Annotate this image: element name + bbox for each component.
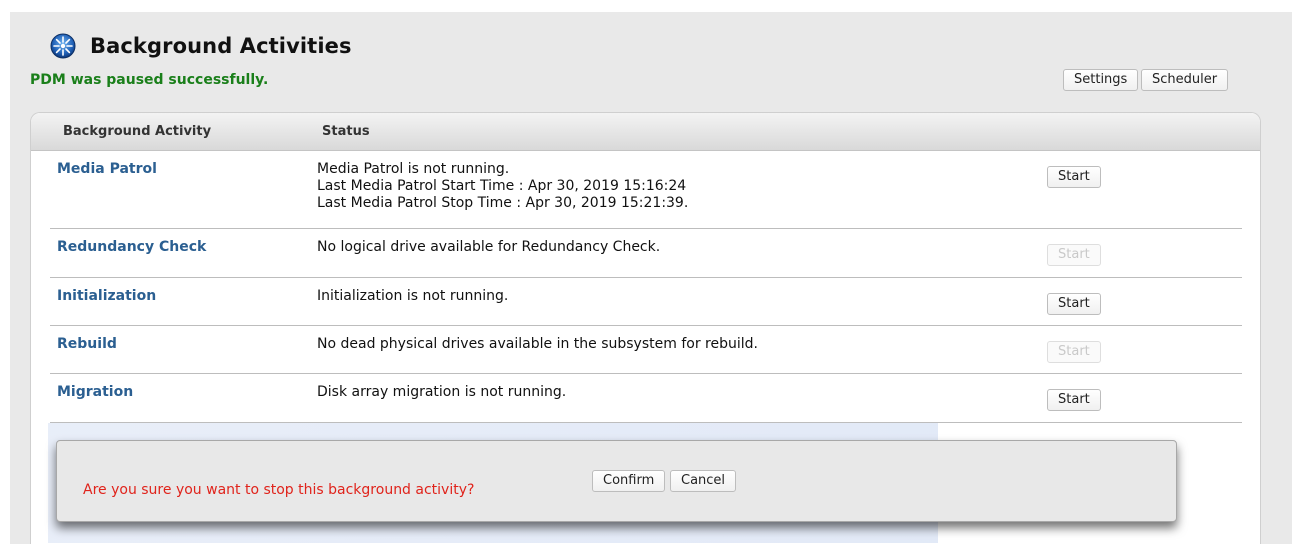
activity-link-migration[interactable]: Migration: [57, 384, 133, 400]
row-status: Media Patrol is not running. Last Media …: [317, 161, 688, 212]
status-message: PDM was paused successfully.: [30, 72, 269, 88]
row-status: Disk array migration is not running.: [317, 384, 566, 401]
activity-link-rebuild[interactable]: Rebuild: [57, 336, 117, 352]
start-button-redundancy-check: Start: [1047, 244, 1101, 266]
column-header-activity: Background Activity: [63, 124, 212, 139]
page-title: Background Activities: [90, 34, 352, 58]
scheduler-button[interactable]: Scheduler: [1141, 69, 1229, 91]
activity-link-initialization[interactable]: Initialization: [57, 288, 156, 304]
page-container: Background Activities PDM was paused suc…: [10, 12, 1292, 544]
title-row: Background Activities: [50, 32, 352, 60]
confirm-dialog: Are you sure you want to stop this backg…: [56, 440, 1177, 522]
confirm-button[interactable]: Confirm: [592, 470, 666, 492]
row-status: Initialization is not running.: [317, 288, 508, 305]
table-row-rebuild: Rebuild No dead physical drives availabl…: [50, 326, 1242, 374]
status-line: Disk array migration is not running.: [317, 384, 567, 400]
settings-button[interactable]: Settings: [1063, 69, 1139, 91]
start-button-migration[interactable]: Start: [1047, 389, 1101, 411]
table-header: Background Activity Status: [31, 113, 1260, 151]
row-status: No logical drive available for Redundanc…: [317, 239, 660, 256]
cancel-button[interactable]: Cancel: [670, 470, 737, 492]
compass-icon: [50, 33, 76, 59]
table-row-migration: Migration Disk array migration is not ru…: [50, 374, 1242, 423]
status-line: No dead physical drives available in the…: [317, 336, 758, 352]
table-row-initialization: Initialization Initialization is not run…: [50, 278, 1242, 326]
table-row-media-patrol: Media Patrol Media Patrol is not running…: [50, 151, 1242, 229]
status-line: Media Patrol is not running.: [317, 161, 510, 177]
start-button-media-patrol[interactable]: Start: [1047, 166, 1101, 188]
activity-link-redundancy-check[interactable]: Redundancy Check: [57, 239, 206, 255]
dialog-message: Are you sure you want to stop this backg…: [83, 482, 475, 498]
start-button-rebuild: Start: [1047, 341, 1101, 363]
status-line: No logical drive available for Redundanc…: [317, 239, 661, 255]
column-header-status: Status: [322, 124, 370, 139]
table-row-redundancy-check: Redundancy Check No logical drive availa…: [50, 229, 1242, 278]
status-line: Last Media Patrol Start Time : Apr 30, 2…: [317, 178, 687, 194]
start-button-initialization[interactable]: Start: [1047, 293, 1101, 315]
activity-link-media-patrol[interactable]: Media Patrol: [57, 161, 157, 177]
row-status: No dead physical drives available in the…: [317, 336, 758, 353]
status-line: Last Media Patrol Stop Time : Apr 30, 20…: [317, 195, 689, 211]
status-line: Initialization is not running.: [317, 288, 509, 304]
